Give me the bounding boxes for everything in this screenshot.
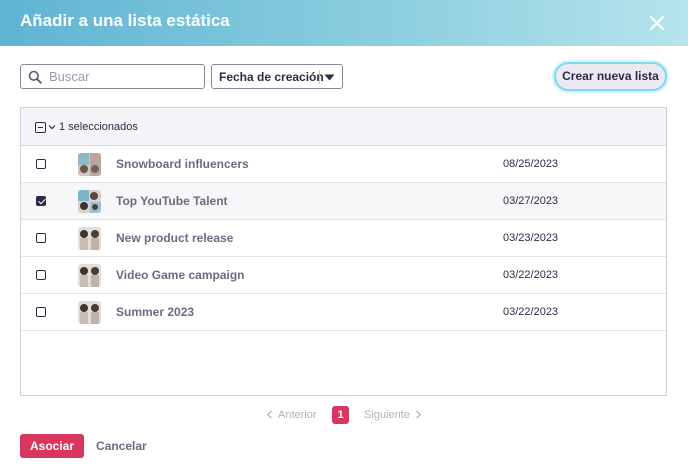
row-checkbox[interactable] bbox=[36, 233, 46, 243]
sort-dropdown[interactable]: Fecha de creación bbox=[211, 64, 343, 89]
list-name[interactable]: New product release bbox=[116, 231, 233, 245]
avatar bbox=[78, 301, 101, 324]
cancel-button[interactable]: Cancelar bbox=[96, 439, 147, 453]
avatar bbox=[78, 264, 101, 287]
avatar bbox=[78, 227, 101, 250]
next-page-label: Siguiente bbox=[364, 409, 410, 421]
list-date: 08/25/2023 bbox=[503, 158, 559, 170]
list-name[interactable]: Top YouTube Talent bbox=[116, 194, 228, 208]
chevron-down-icon[interactable] bbox=[48, 124, 56, 130]
list-name[interactable]: Video Game campaign bbox=[116, 268, 245, 282]
search-input[interactable] bbox=[49, 67, 199, 86]
page-number-current[interactable]: 1 bbox=[332, 406, 349, 424]
table-row[interactable]: Snowboard influencers 08/25/2023 bbox=[21, 146, 666, 183]
search-box[interactable] bbox=[20, 64, 205, 89]
prev-page-button[interactable]: Anterior bbox=[266, 409, 317, 421]
sort-label: Fecha de creación bbox=[219, 70, 324, 84]
selected-count: 1 seleccionados bbox=[59, 121, 138, 133]
list-date: 03/27/2023 bbox=[503, 195, 559, 207]
dropdown-divider bbox=[319, 70, 320, 84]
close-icon[interactable] bbox=[646, 12, 668, 34]
lists-table: 1 seleccionados Snowboard influencers 08… bbox=[20, 107, 667, 396]
avatar bbox=[78, 190, 101, 213]
chevron-right-icon bbox=[415, 410, 422, 419]
list-name[interactable]: Snowboard influencers bbox=[116, 157, 249, 171]
list-date: 03/22/2023 bbox=[503, 269, 559, 281]
row-checkbox[interactable] bbox=[36, 307, 46, 317]
pagination: Anterior 1 Siguiente bbox=[0, 406, 688, 426]
table-header: 1 seleccionados bbox=[21, 108, 666, 146]
create-list-button[interactable]: Crear nueva lista bbox=[554, 62, 667, 91]
dialog-header: Añadir a una lista estática bbox=[0, 0, 688, 46]
list-date: 03/23/2023 bbox=[503, 232, 559, 244]
table-row[interactable]: New product release 03/23/2023 bbox=[21, 220, 666, 257]
next-page-button[interactable]: Siguiente bbox=[364, 409, 422, 421]
list-date: 03/22/2023 bbox=[503, 306, 559, 318]
bulk-select-checkbox[interactable] bbox=[35, 122, 46, 133]
prev-page-label: Anterior bbox=[278, 409, 317, 421]
table-row[interactable]: Top YouTube Talent 03/27/2023 bbox=[21, 183, 666, 220]
dialog-title: Añadir a una lista estática bbox=[20, 11, 230, 30]
list-name[interactable]: Summer 2023 bbox=[116, 305, 194, 319]
row-checkbox[interactable] bbox=[36, 196, 46, 206]
search-icon bbox=[28, 70, 42, 84]
row-checkbox[interactable] bbox=[36, 159, 46, 169]
avatar bbox=[78, 153, 101, 176]
row-checkbox[interactable] bbox=[36, 270, 46, 280]
caret-down-icon bbox=[324, 74, 335, 81]
associate-button[interactable]: Asociar bbox=[20, 434, 84, 458]
chevron-left-icon bbox=[266, 410, 272, 419]
table-row[interactable]: Video Game campaign 03/22/2023 bbox=[21, 257, 666, 294]
table-row[interactable]: Summer 2023 03/22/2023 bbox=[21, 294, 666, 331]
